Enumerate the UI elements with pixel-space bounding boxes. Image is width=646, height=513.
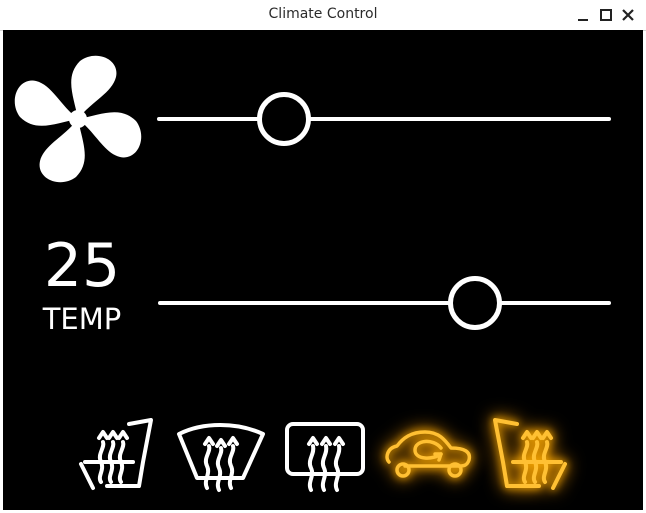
minimize-button[interactable]: [574, 6, 592, 24]
window-titlebar[interactable]: Climate Control: [0, 0, 646, 31]
temperature-slider-track[interactable]: [158, 301, 611, 305]
seat-heat-left-button[interactable]: [77, 418, 157, 494]
close-button[interactable]: [619, 6, 637, 24]
temperature-value: 25: [43, 231, 121, 301]
seat-heat-icon: [79, 418, 153, 490]
seat-heat-icon: [493, 418, 567, 490]
rear-defrost-button[interactable]: [283, 418, 365, 494]
fan-slider-knob[interactable]: [257, 92, 312, 146]
front-defrost-icon: [177, 423, 265, 492]
temperature-label: TEMP: [42, 302, 122, 336]
temperature-slider-knob[interactable]: [448, 276, 503, 330]
windshield-defrost-button[interactable]: [173, 418, 267, 494]
maximize-button[interactable]: [597, 6, 615, 24]
recirculation-icon: [385, 430, 472, 478]
minimize-icon: [578, 19, 588, 21]
window-title: Climate Control: [268, 6, 378, 22]
maximize-icon: [600, 9, 612, 21]
seat-heat-right-button[interactable]: [489, 418, 573, 494]
climate-panel: 25 TEMP: [3, 30, 643, 510]
rear-defrost-icon: [285, 422, 365, 492]
fan-icon: [14, 55, 142, 183]
air-recirculation-button[interactable]: [381, 418, 473, 494]
fan-slider-track[interactable]: [157, 117, 611, 121]
close-icon: [622, 9, 634, 21]
